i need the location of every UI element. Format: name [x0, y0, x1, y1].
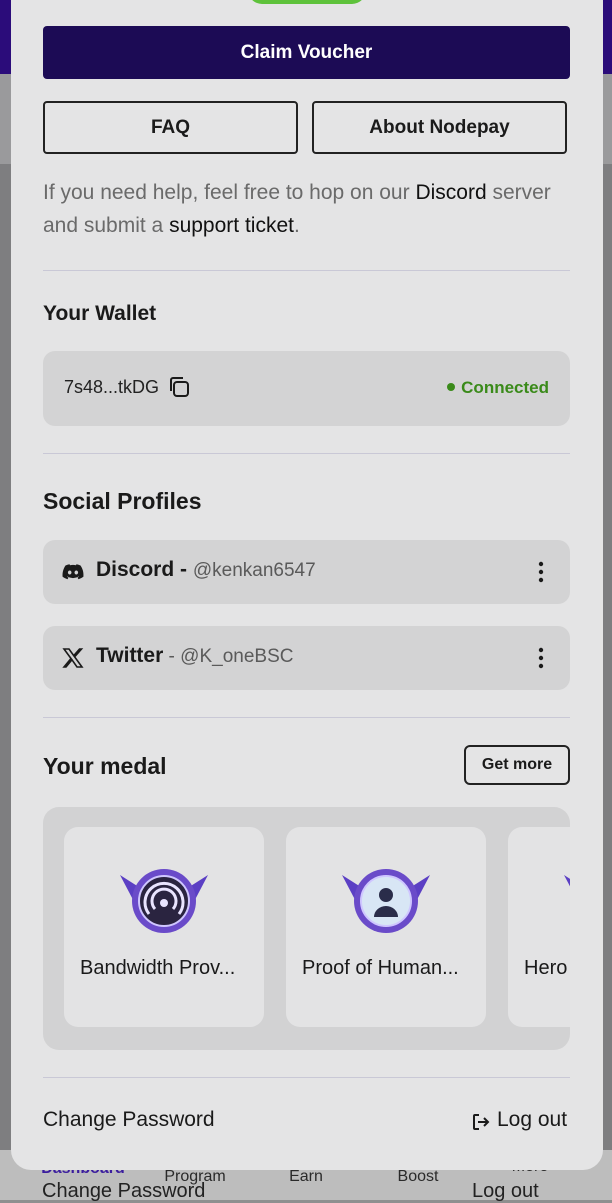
social-profiles-title: Social Profiles	[43, 488, 202, 514]
social-handle: @K_oneBSC	[180, 646, 294, 667]
wallet-title: Your Wallet	[43, 302, 157, 325]
discord-icon	[62, 564, 84, 580]
wallet-status-badge: Connected	[447, 378, 549, 398]
help-text: If you need help, feel free to hop on ou…	[43, 181, 551, 237]
change-password-link[interactable]: Change Password	[43, 1108, 215, 1132]
medal-label: Proof of Human...	[302, 957, 459, 979]
about-nodepay-button[interactable]: About Nodepay	[312, 101, 567, 154]
claim-voucher-button[interactable]: Claim Voucher	[43, 26, 570, 79]
divider	[43, 1077, 570, 1078]
medal-label: Bandwidth Prov...	[80, 957, 236, 979]
wallet-card: 7s48...tkDG Connected	[43, 351, 570, 426]
faq-button[interactable]: FAQ	[43, 101, 298, 154]
get-more-button[interactable]: Get more	[464, 745, 570, 785]
profile-sheet: Claim Voucher FAQ About Nodepay If you n…	[11, 0, 603, 1170]
medal-card[interactable]: Proof of Human...	[286, 827, 486, 1027]
nav-earn[interactable]: Earn	[251, 1168, 361, 1186]
human-medal-icon	[342, 869, 430, 933]
divider	[43, 270, 570, 271]
divider	[43, 453, 570, 454]
more-options-icon[interactable]	[536, 646, 546, 670]
more-options-icon[interactable]	[536, 560, 546, 584]
logout-icon[interactable]	[472, 1113, 490, 1131]
status-dot	[447, 382, 456, 391]
hero-medal-icon	[564, 875, 570, 887]
medal-label: Hero	[524, 957, 568, 979]
social-profile-twitter: Twitter - @K_oneBSC	[43, 626, 570, 690]
medal-card[interactable]: Bandwidth Prov...	[64, 827, 264, 1027]
medal-title: Your medal	[43, 753, 167, 779]
social-handle: @kenkan6547	[192, 560, 316, 581]
medal-card[interactable]: Hero	[508, 827, 570, 1027]
nav-boost[interactable]: Boost	[363, 1168, 473, 1186]
signal-medal-icon	[120, 869, 208, 933]
copy-icon[interactable]	[167, 375, 191, 399]
medal-carousel[interactable]: Bandwidth Prov... Proof of Human... Hero	[43, 807, 570, 1050]
discord-link[interactable]: Discord	[415, 181, 486, 204]
wallet-address: 7s48...tkDG	[64, 377, 160, 397]
x-icon	[62, 648, 84, 668]
social-profile-discord: Discord - @kenkan6547	[43, 540, 570, 604]
social-profile-name: Discord - @kenkan6547	[96, 558, 316, 581]
logout-link[interactable]: Log out	[497, 1108, 567, 1132]
divider	[43, 717, 570, 718]
social-profile-name: Twitter - @K_oneBSC	[96, 644, 294, 667]
status-pill	[248, 0, 366, 4]
support-ticket-link[interactable]: support ticket	[169, 214, 294, 237]
